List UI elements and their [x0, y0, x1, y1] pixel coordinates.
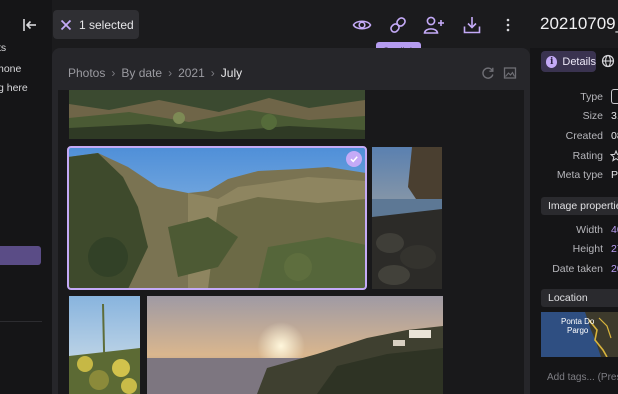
selection-count: 1 selected — [79, 17, 134, 32]
location-map[interactable]: Ponta Do Pargo — [541, 312, 618, 357]
tags-input[interactable]: Add tags... (Pres — [547, 372, 618, 383]
refresh-icon — [482, 67, 494, 79]
sidebar-item-active[interactable] — [0, 246, 41, 265]
share-button[interactable] — [423, 14, 445, 36]
prop-label-rating: Rating — [572, 150, 603, 162]
info-icon: i — [546, 55, 558, 68]
photo-browser-card: Photos › By date › 2021 › July — [52, 48, 530, 394]
photo-thumbnail-selected[interactable] — [67, 146, 367, 290]
prop-label-size: Size — [582, 110, 603, 122]
sidebar-item-label: g here — [0, 82, 28, 94]
photo-thumbnail[interactable] — [69, 296, 140, 394]
prop-value-height: 27 — [611, 243, 618, 255]
tab-map[interactable] — [601, 54, 615, 68]
sidebar-item[interactable]: g here — [0, 82, 28, 94]
sidebar-item-label: hone — [0, 63, 22, 75]
collapse-left-icon — [23, 19, 36, 31]
breadcrumb: Photos › By date › 2021 › July — [68, 66, 242, 80]
more-vertical-icon — [506, 18, 510, 32]
more-options-button[interactable] — [497, 14, 519, 36]
prop-value-width: 40 — [611, 224, 618, 236]
download-icon — [463, 17, 481, 34]
photo-image — [69, 296, 140, 394]
prop-value-meta-type: Pl — [611, 169, 618, 181]
breadcrumb-by-date[interactable]: By date — [121, 66, 162, 80]
image-properties-header[interactable]: Image properties — [541, 197, 618, 215]
map-place-label: Ponta Do Pargo — [561, 317, 594, 335]
photo-grid — [58, 90, 524, 394]
person-add-icon — [423, 16, 444, 34]
photo-image — [372, 147, 442, 289]
breadcrumb-photos[interactable]: Photos — [68, 66, 105, 80]
breadcrumb-separator: › — [111, 66, 116, 80]
selected-check-icon[interactable] — [346, 151, 362, 167]
type-chip — [611, 89, 618, 104]
left-sidebar: ts hone g here — [0, 0, 52, 394]
rating-star-icon[interactable] — [609, 149, 618, 167]
view-button[interactable] — [351, 14, 373, 36]
globe-icon — [601, 54, 615, 68]
photo-thumbnail[interactable] — [372, 147, 442, 289]
sidebar-item-label: ts — [0, 42, 7, 54]
download-button[interactable] — [461, 14, 483, 36]
map-place-line2: Pargo — [567, 326, 589, 335]
link-icon — [390, 17, 406, 33]
tab-details[interactable]: i Details — [541, 51, 596, 72]
prop-label-date-taken: Date taken — [552, 263, 603, 275]
prop-label-height: Height — [572, 243, 603, 255]
photo-thumbnail[interactable] — [147, 296, 443, 394]
selection-chip: 1 selected — [53, 10, 139, 39]
prop-value-created: 08 — [611, 130, 618, 142]
get-link-button[interactable] — [387, 14, 409, 36]
tab-details-label: Details — [562, 55, 596, 68]
prop-label-width: Width — [576, 224, 603, 236]
breadcrumb-year[interactable]: 2021 — [178, 66, 205, 80]
eye-icon — [352, 20, 372, 30]
breadcrumb-separator: › — [168, 66, 173, 80]
breadcrumb-month: July — [220, 66, 243, 80]
map-place-line1: Ponta Do — [561, 317, 595, 326]
location-header[interactable]: Location — [541, 289, 618, 307]
sidebar-item[interactable]: hone — [0, 63, 21, 75]
sidebar-item[interactable]: ts — [0, 42, 6, 54]
prop-value-date-taken: 20 — [611, 263, 618, 275]
photo-image — [69, 90, 365, 139]
image-icon — [503, 67, 517, 79]
photo-image — [147, 296, 443, 394]
collapse-sidebar-button[interactable] — [21, 16, 39, 34]
clear-selection-button[interactable] — [53, 10, 79, 39]
breadcrumb-separator: › — [210, 66, 215, 80]
photo-image — [68, 147, 366, 289]
image-grid-toggle[interactable] — [503, 66, 517, 80]
prop-label-type: Type — [580, 91, 603, 103]
details-panel: i Details Type Size 3. Created 08 Rating… — [530, 48, 618, 394]
prop-label-created: Created — [565, 130, 603, 142]
close-icon — [60, 19, 72, 30]
prop-value-size: 3. — [611, 110, 618, 122]
refresh-button[interactable] — [481, 66, 495, 80]
photo-thumbnail[interactable] — [69, 90, 365, 139]
file-title: 20210709_ — [540, 14, 618, 33]
sidebar-divider — [0, 321, 42, 322]
prop-label-meta-type: Meta type — [556, 169, 603, 181]
